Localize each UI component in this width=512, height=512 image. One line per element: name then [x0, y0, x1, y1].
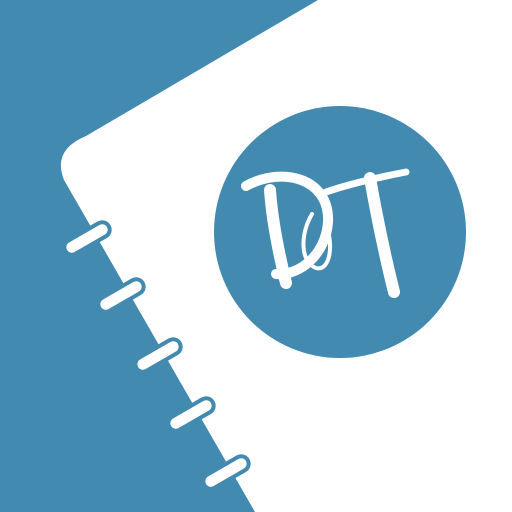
notebook-app-icon: DT [0, 0, 512, 512]
logo-text: DT [296, 195, 384, 265]
dt-logo-emblem: DT [214, 106, 466, 358]
